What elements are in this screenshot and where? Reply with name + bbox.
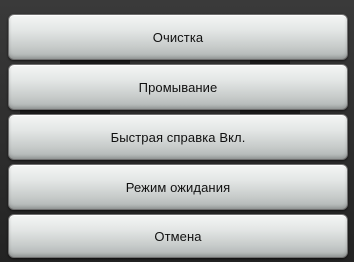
cancel-button-label: Отмена bbox=[154, 228, 202, 244]
clean-button[interactable]: Очистка bbox=[8, 14, 348, 60]
cancel-button[interactable]: Отмена bbox=[8, 214, 348, 258]
menu-panel: Очистка Промывание Быстрая справка Вкл. … bbox=[0, 0, 354, 262]
standby-button-label: Режим ожидания bbox=[125, 179, 231, 195]
standby-button[interactable]: Режим ожидания bbox=[8, 164, 348, 210]
quick-help-toggle-button[interactable]: Быстрая справка Вкл. bbox=[8, 114, 348, 160]
quick-help-toggle-label: Быстрая справка Вкл. bbox=[110, 129, 246, 145]
rinse-button-label: Промывание bbox=[138, 79, 218, 95]
clean-button-label: Очистка bbox=[152, 29, 204, 45]
rinse-button[interactable]: Промывание bbox=[8, 64, 348, 110]
